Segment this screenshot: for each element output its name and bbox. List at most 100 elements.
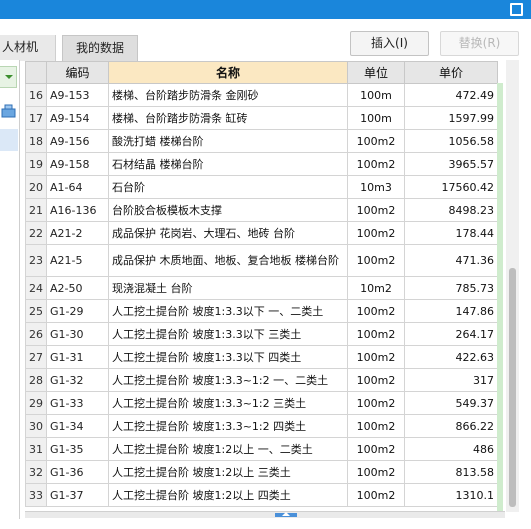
table-row[interactable]: 26 G1-30 人工挖土提台阶 坡度1:3.3以下 三类土 100m2 264.17: [25, 322, 498, 346]
cell-code[interactable]: A9-153: [46, 83, 109, 107]
cell-name[interactable]: 人工挖土提台阶 坡度1:3.3以下 四类土: [108, 345, 348, 369]
cell-idx[interactable]: 24: [25, 276, 47, 300]
tab-my-data[interactable]: 我的数据: [62, 35, 138, 61]
cell-name[interactable]: 成品保护 花岗岩、大理石、地砖 台阶: [108, 221, 348, 245]
close-icon[interactable]: [510, 3, 523, 16]
cell-name[interactable]: 人工挖土提台阶 坡度1:3.3以下 一、二类土: [108, 299, 348, 323]
cell-idx[interactable]: 29: [25, 391, 47, 415]
table-row[interactable]: 33 G1-37 人工挖土提台阶 坡度1:2以上 四类土 100m2 1310.1: [25, 483, 498, 507]
table-row[interactable]: 24 A2-50 现浇混凝土 台阶 10m2 785.73: [25, 276, 498, 300]
cell-idx[interactable]: 22: [25, 221, 47, 245]
cell-code[interactable]: G1-36: [46, 460, 109, 484]
cell-unit[interactable]: 100m2: [347, 460, 405, 484]
cell-name[interactable]: 人工挖土提台阶 坡度1:2以上 一、二类土: [108, 437, 348, 461]
cell-idx[interactable]: 19: [25, 152, 47, 176]
category-dropdown[interactable]: [0, 66, 17, 88]
cell-price[interactable]: 1310.1: [404, 483, 498, 507]
cell-idx[interactable]: 28: [25, 368, 47, 392]
cell-code[interactable]: A9-156: [46, 129, 109, 153]
cell-unit[interactable]: 100m2: [347, 368, 405, 392]
table-row[interactable]: 25 G1-29 人工挖土提台阶 坡度1:3.3以下 一、二类土 100m2 147.8…: [25, 299, 498, 323]
cell-price[interactable]: 422.63: [404, 345, 498, 369]
cell-name[interactable]: 台阶胶合板模板木支撑: [108, 198, 348, 222]
cell-price[interactable]: 17560.42: [404, 175, 498, 199]
cell-name[interactable]: 成品保护 木质地面、地板、复合地板 楼梯台阶: [108, 244, 348, 277]
cell-name[interactable]: 人工挖土提台阶 坡度1:3.3~1:2 四类土: [108, 414, 348, 438]
cell-idx[interactable]: 21: [25, 198, 47, 222]
bottom-splitter[interactable]: [25, 511, 505, 518]
cell-unit[interactable]: 100m2: [347, 483, 405, 507]
cell-unit[interactable]: 100m2: [347, 299, 405, 323]
cell-code[interactable]: A16-136: [46, 198, 109, 222]
cell-name[interactable]: 酸洗打蜡 楼梯台阶: [108, 129, 348, 153]
table-row[interactable]: 22 A21-2 成品保护 花岗岩、大理石、地砖 台阶 100m2 178.44: [25, 221, 498, 245]
cell-name[interactable]: 人工挖土提台阶 坡度1:3.3以下 三类土: [108, 322, 348, 346]
cell-code[interactable]: A21-2: [46, 221, 109, 245]
cell-code[interactable]: G1-32: [46, 368, 109, 392]
cell-name[interactable]: 楼梯、台阶踏步防滑条 金刚砂: [108, 83, 348, 107]
cell-idx[interactable]: 31: [25, 437, 47, 461]
cell-idx[interactable]: 27: [25, 345, 47, 369]
cell-price[interactable]: 813.58: [404, 460, 498, 484]
cell-price[interactable]: 785.73: [404, 276, 498, 300]
cell-code[interactable]: G1-37: [46, 483, 109, 507]
cell-code[interactable]: G1-31: [46, 345, 109, 369]
vertical-scrollbar-thumb[interactable]: [509, 268, 516, 507]
table-row[interactable]: 31 G1-35 人工挖土提台阶 坡度1:2以上 一、二类土 100m2 486: [25, 437, 498, 461]
cell-code[interactable]: A9-158: [46, 152, 109, 176]
cell-name[interactable]: 人工挖土提台阶 坡度1:2以上 三类土: [108, 460, 348, 484]
cell-price[interactable]: 264.17: [404, 322, 498, 346]
cell-unit[interactable]: 100m2: [347, 198, 405, 222]
cell-idx[interactable]: 26: [25, 322, 47, 346]
cell-unit[interactable]: 100m2: [347, 152, 405, 176]
tab-rcj[interactable]: 人材机: [0, 35, 56, 61]
cell-code[interactable]: G1-29: [46, 299, 109, 323]
cell-code[interactable]: G1-35: [46, 437, 109, 461]
vertical-scrollbar[interactable]: [506, 60, 519, 512]
table-row[interactable]: 20 A1-64 石台阶 10m3 17560.42: [25, 175, 498, 199]
cell-unit[interactable]: 10m2: [347, 276, 405, 300]
cell-price[interactable]: 486: [404, 437, 498, 461]
cell-unit[interactable]: 100m2: [347, 437, 405, 461]
cell-name[interactable]: 人工挖土提台阶 坡度1:2以上 四类土: [108, 483, 348, 507]
table-row[interactable]: 21 A16-136 台阶胶合板模板木支撑 100m2 8498.23: [25, 198, 498, 222]
cell-code[interactable]: A1-64: [46, 175, 109, 199]
cell-idx[interactable]: 16: [25, 83, 47, 107]
replace-button[interactable]: 替换(R): [440, 31, 519, 56]
cell-price[interactable]: 471.36: [404, 244, 498, 277]
cell-name[interactable]: 楼梯、台阶踏步防滑条 缸砖: [108, 106, 348, 130]
table-row[interactable]: 27 G1-31 人工挖土提台阶 坡度1:3.3以下 四类土 100m2 422.63: [25, 345, 498, 369]
column-header-code[interactable]: 编码: [46, 61, 109, 84]
cell-idx[interactable]: 18: [25, 129, 47, 153]
cell-code[interactable]: A2-50: [46, 276, 109, 300]
cell-name[interactable]: 人工挖土提台阶 坡度1:3.3~1:2 三类土: [108, 391, 348, 415]
cell-code[interactable]: A9-154: [46, 106, 109, 130]
cell-unit[interactable]: 10m3: [347, 175, 405, 199]
cell-name[interactable]: 石台阶: [108, 175, 348, 199]
column-header-price[interactable]: 单价: [404, 61, 498, 84]
left-panel-selected-item[interactable]: [0, 129, 18, 151]
column-header-name[interactable]: 名称: [108, 61, 348, 84]
cell-price[interactable]: 472.49: [404, 83, 498, 107]
cell-price[interactable]: 147.86: [404, 299, 498, 323]
table-row[interactable]: 18 A9-156 酸洗打蜡 楼梯台阶 100m2 1056.58: [25, 129, 498, 153]
cell-unit[interactable]: 100m2: [347, 129, 405, 153]
insert-button[interactable]: 插入(I): [350, 31, 429, 56]
collapse-handle[interactable]: [275, 512, 297, 517]
cell-idx[interactable]: 25: [25, 299, 47, 323]
cell-unit[interactable]: 100m2: [347, 345, 405, 369]
cell-code[interactable]: G1-30: [46, 322, 109, 346]
cell-idx[interactable]: 17: [25, 106, 47, 130]
cell-unit[interactable]: 100m2: [347, 221, 405, 245]
table-row[interactable]: 23 A21-5 成品保护 木质地面、地板、复合地板 楼梯台阶 100m2 471.36: [25, 244, 498, 277]
cell-idx[interactable]: 32: [25, 460, 47, 484]
cell-price[interactable]: 8498.23: [404, 198, 498, 222]
table-row[interactable]: 32 G1-36 人工挖土提台阶 坡度1:2以上 三类土 100m2 813.58: [25, 460, 498, 484]
cell-name[interactable]: 现浇混凝土 台阶: [108, 276, 348, 300]
column-header-unit[interactable]: 单位: [347, 61, 405, 84]
cell-unit[interactable]: 100m: [347, 83, 405, 107]
table-row[interactable]: 17 A9-154 楼梯、台阶踏步防滑条 缸砖 100m 1597.99: [25, 106, 498, 130]
cell-unit[interactable]: 100m2: [347, 244, 405, 277]
table-row[interactable]: 28 G1-32 人工挖土提台阶 坡度1:3.3~1:2 一、二类土 100m2 317: [25, 368, 498, 392]
tree-icon[interactable]: [1, 104, 16, 118]
